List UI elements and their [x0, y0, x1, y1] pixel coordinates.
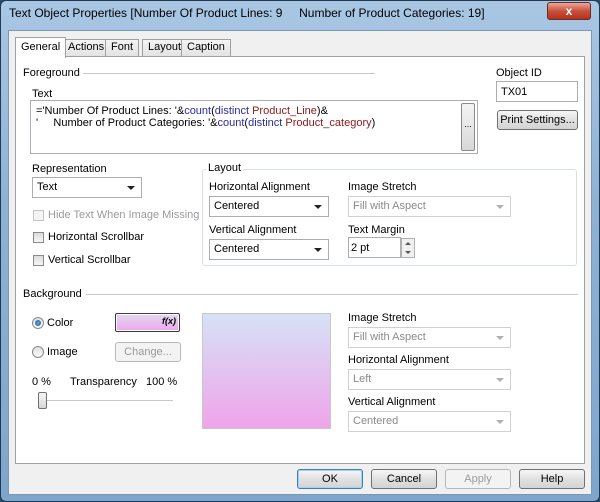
fg-h-align-select[interactable]: Centered [209, 196, 329, 217]
chevron-down-icon [496, 420, 504, 424]
spin-up-icon[interactable] [405, 242, 411, 245]
bg-image-stretch-select[interactable]: Fill with Aspect [348, 327, 511, 348]
expression-token: ) [371, 117, 376, 129]
bg-h-align-value: Left [353, 373, 372, 385]
horizontal-scrollbar-label: Horizontal Scrollbar [48, 231, 144, 243]
fg-h-align-value: Centered [214, 200, 260, 212]
ok-button[interactable]: OK [297, 469, 363, 489]
help-button[interactable]: Help [519, 469, 585, 489]
print-settings-button[interactable]: Print Settings... [497, 110, 578, 130]
chevron-down-icon [314, 205, 322, 209]
expression-line-2: ' Number of Product Categories: '&count(… [36, 117, 375, 129]
tab-caption[interactable]: Caption [181, 39, 231, 56]
bg-h-align-select[interactable]: Left [348, 369, 511, 390]
dialog-window: Text Object Properties [Number Of Produc… [0, 0, 600, 502]
foreground-section-title: Foreground [23, 67, 80, 79]
spin-down-icon[interactable] [405, 251, 411, 254]
representation-value: Text [37, 181, 58, 193]
fg-image-stretch-value: Fill with Aspect [353, 200, 426, 212]
transparency-slider-track[interactable] [38, 400, 173, 402]
expression-token: distinct [248, 117, 283, 129]
chevron-down-icon [496, 336, 504, 340]
expression-token: ='Number Of Product Lines: '& [36, 105, 185, 117]
bg-v-align-label: Vertical Alignment [348, 396, 436, 408]
tab-font[interactable]: Font [105, 39, 140, 56]
vertical-scrollbar-label: Vertical Scrollbar [48, 254, 131, 266]
expression-token: Product_category [282, 117, 372, 129]
chevron-down-icon [496, 205, 504, 209]
title-bar[interactable]: Text Object Properties [Number Of Produc… [1, 1, 599, 25]
representation-label: Representation [32, 163, 107, 175]
expression-token: count [217, 117, 245, 129]
cancel-button[interactable]: Cancel [371, 469, 437, 489]
color-radio[interactable] [32, 317, 44, 329]
fg-v-align-value: Centered [214, 243, 260, 255]
bg-image-stretch-value: Fill with Aspect [353, 331, 426, 343]
fg-v-align-select[interactable]: Centered [209, 239, 329, 260]
text-label: Text [32, 88, 53, 100]
chevron-down-icon [127, 186, 135, 190]
layout-group-title: Layout [206, 162, 244, 174]
transparency-label: Transparency [70, 376, 137, 388]
expression-token: distinct [214, 105, 250, 117]
horizontal-scrollbar-checkbox[interactable] [33, 232, 44, 243]
color-picker-button[interactable]: f(x) [115, 313, 180, 332]
fg-image-stretch-label: Image Stretch [348, 181, 417, 193]
expression-token: count [184, 105, 212, 117]
bg-h-align-label: Horizontal Alignment [348, 354, 449, 366]
text-margin-spinner[interactable] [401, 238, 415, 258]
general-tab-panel: Foreground Text ='Number Of Product Line… [15, 56, 585, 464]
background-section-title: Background [23, 288, 82, 300]
object-id-input[interactable] [496, 81, 578, 102]
vertical-scrollbar-checkbox[interactable] [33, 255, 44, 266]
tab-actions[interactable]: Actions [62, 39, 111, 56]
transparency-max-label: 100 % [146, 376, 178, 388]
expression-token: ' Number of Product Categories: '& [36, 117, 218, 129]
fx-icon: f(x) [162, 316, 176, 326]
object-id-label: Object ID [496, 67, 542, 79]
chevron-down-icon [496, 378, 504, 382]
transparency-min-label: 0 % [32, 376, 51, 388]
expression-token: )& [316, 105, 328, 117]
bg-v-align-select[interactable]: Centered [348, 411, 511, 432]
color-swatch-fill: f(x) [117, 315, 178, 330]
tab-general[interactable]: General [15, 37, 67, 58]
close-icon: x [565, 4, 573, 18]
apply-button[interactable]: Apply [445, 469, 511, 489]
hide-text-checkbox[interactable] [33, 210, 44, 221]
representation-select[interactable]: Text [32, 177, 142, 198]
bg-v-align-value: Centered [353, 415, 399, 427]
foreground-divider [83, 73, 375, 74]
text-expression-field[interactable]: ='Number Of Product Lines: '&count(disti… [30, 100, 478, 154]
window-title: Text Object Properties [Number Of Produc… [9, 6, 485, 20]
hide-text-label: Hide Text When Image Missing [48, 209, 200, 221]
background-divider [86, 294, 578, 295]
image-radio-label: Image [47, 346, 78, 358]
transparency-slider-thumb[interactable] [38, 392, 47, 409]
expression-editor-button[interactable]: ... [461, 103, 475, 151]
chevron-down-icon [314, 248, 322, 252]
image-radio[interactable] [32, 346, 44, 358]
background-preview [202, 313, 331, 429]
expression-line-1: ='Number Of Product Lines: '&count(disti… [36, 105, 328, 117]
text-margin-label: Text Margin [348, 224, 405, 236]
fg-image-stretch-select[interactable]: Fill with Aspect [348, 196, 511, 217]
bg-image-stretch-label: Image Stretch [348, 312, 417, 324]
fg-v-align-label: Vertical Alignment [209, 224, 297, 236]
dialog-client: General Actions Font Layout Caption Fore… [8, 30, 592, 495]
text-margin-input[interactable] [348, 237, 401, 258]
fg-h-align-label: Horizontal Alignment [209, 181, 310, 193]
color-radio-label: Color [47, 317, 74, 329]
change-image-button[interactable]: Change... [115, 342, 181, 362]
close-button[interactable]: x [547, 2, 591, 20]
expression-token: Product_Line [249, 105, 317, 117]
